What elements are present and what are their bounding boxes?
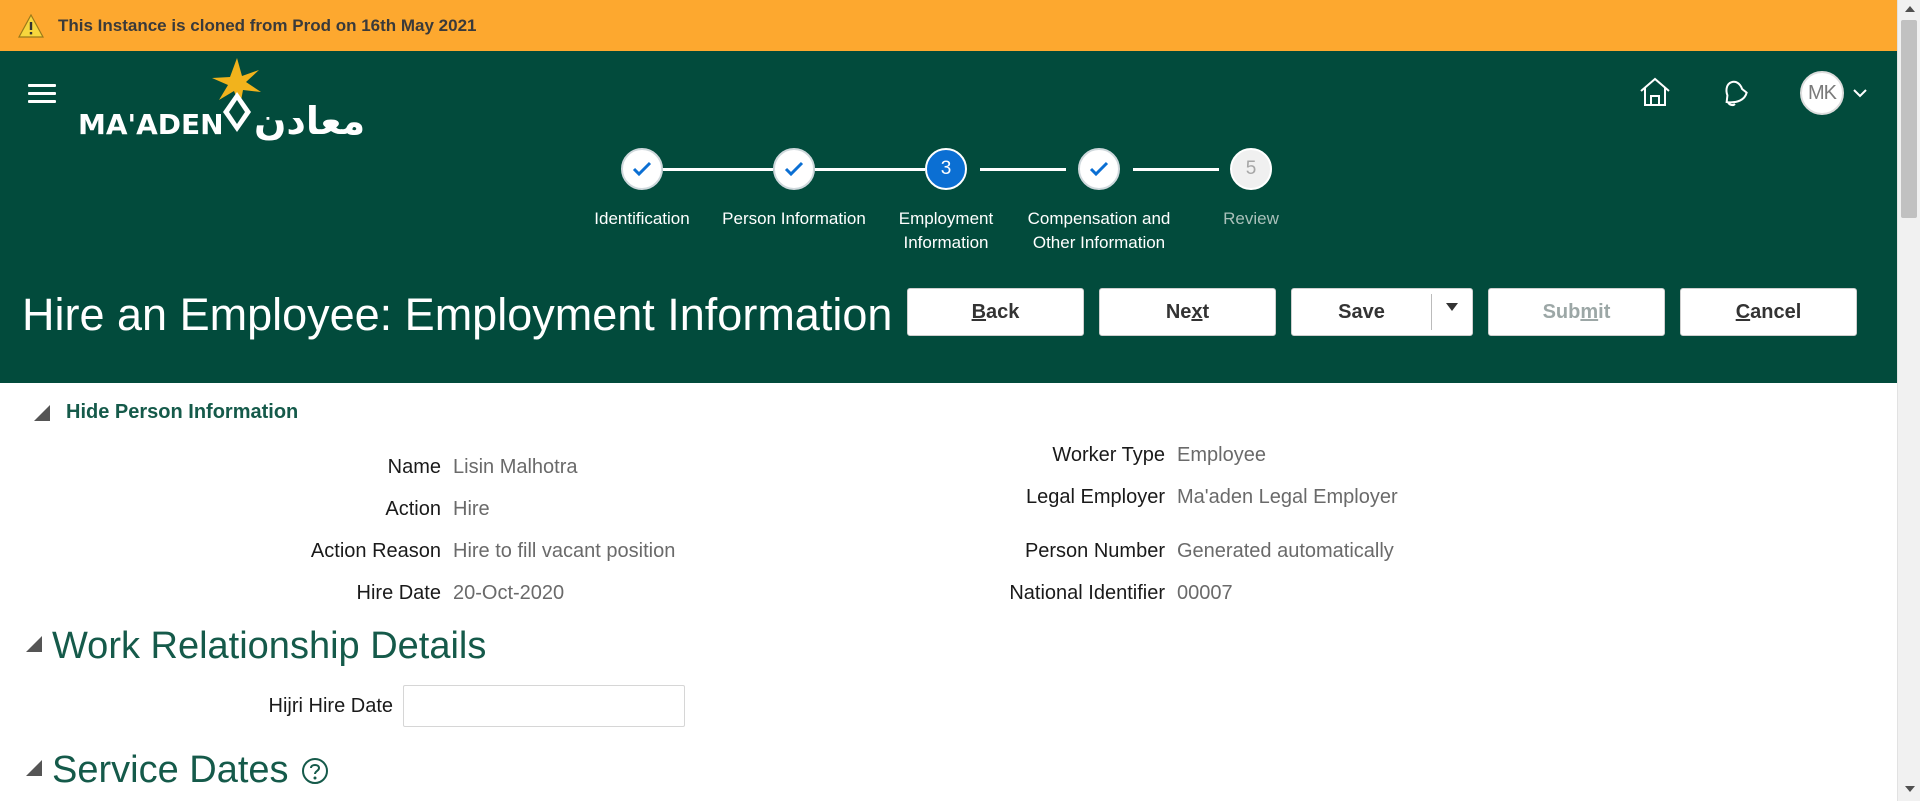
action-reason-value: Hire to fill vacant position	[453, 540, 676, 562]
notifications-icon[interactable]	[1714, 73, 1752, 111]
name-value: Lisin Malhotra	[453, 456, 578, 478]
national-identifier-value: 00007	[1177, 582, 1233, 604]
train-connector	[663, 168, 773, 171]
train-stop-employment-information[interactable]: 3	[925, 148, 967, 190]
worker-type-value: Employee	[1177, 444, 1266, 466]
svg-text:معادن: معادن	[254, 99, 365, 143]
train-label-identification[interactable]: Identification	[557, 207, 727, 231]
national-identifier-label: National Identifier	[1009, 582, 1165, 604]
hire-date-label: Hire Date	[356, 582, 441, 604]
action-label: Action	[385, 498, 441, 520]
page-title: Hire an Employee: Employment Information	[22, 289, 893, 340]
service-dates-section-header[interactable]: Service Dates	[26, 749, 329, 792]
check-icon	[784, 161, 804, 177]
back-button[interactable]: Back	[907, 288, 1084, 336]
submit-button[interactable]: Sub m it	[1488, 288, 1665, 336]
main-content: Hide Person Information Name Lisin Malho…	[0, 383, 1897, 801]
action-reason-label: Action Reason	[310, 540, 441, 562]
chevron-down-icon[interactable]	[1852, 87, 1868, 99]
person-number-label: Person Number	[1024, 540, 1165, 562]
train-connector	[815, 168, 925, 171]
collapse-triangle-icon	[26, 759, 42, 776]
hijri-hire-date-label: Hijri Hire Date	[268, 695, 393, 717]
save-button-label[interactable]: Save	[1292, 301, 1431, 324]
caret-down-icon	[1446, 303, 1458, 311]
train-connector	[1133, 168, 1219, 171]
check-icon	[1089, 161, 1109, 177]
legal-employer-label: Legal Employer	[1026, 486, 1165, 508]
home-icon[interactable]	[1636, 73, 1674, 111]
train-stop-identification[interactable]	[621, 148, 663, 190]
next-button[interactable]: Ne x t	[1099, 288, 1276, 336]
train-label-person-information[interactable]: Person Information	[709, 207, 879, 231]
cancel-button[interactable]: Cancel	[1680, 288, 1857, 336]
train-label-employment-information[interactable]: Employment Information	[861, 207, 1031, 255]
scroll-down-icon[interactable]	[1905, 786, 1915, 792]
hire-date-value: 20-Oct-2020	[453, 582, 565, 604]
maaden-logo: MA'ADEN معادن	[78, 58, 365, 143]
save-button[interactable]: Save	[1291, 288, 1473, 336]
collapse-triangle-icon	[26, 635, 42, 652]
banner-text: This Instance is cloned from Prod on 16t…	[58, 15, 477, 35]
warning-icon	[18, 13, 44, 38]
collapse-triangle-icon	[34, 404, 50, 421]
train-label-review[interactable]: Review	[1166, 207, 1336, 231]
scroll-up-icon[interactable]	[1905, 6, 1915, 12]
save-menu-dropdown[interactable]	[1432, 294, 1472, 330]
page-header: MA'ADEN معادن MK Identification Person I…	[0, 51, 1897, 383]
check-icon	[632, 161, 652, 177]
svg-text:MA'ADEN: MA'ADEN	[78, 108, 224, 141]
worker-type-label: Worker Type	[1052, 444, 1165, 466]
train-stop-compensation[interactable]	[1078, 148, 1120, 190]
hide-person-info-toggle[interactable]: Hide Person Information	[34, 401, 298, 424]
legal-employer-value: Ma'aden Legal Employer	[1177, 486, 1398, 508]
user-avatar[interactable]: MK	[1800, 71, 1844, 115]
name-label: Name	[387, 456, 441, 478]
menu-icon[interactable]	[28, 84, 56, 104]
train-connector	[980, 168, 1066, 171]
train-stop-review[interactable]: 5	[1230, 148, 1272, 190]
work-relationship-section-header[interactable]: Work Relationship Details	[26, 625, 486, 668]
vertical-scrollbar[interactable]	[1897, 0, 1920, 801]
train-label-compensation[interactable]: Compensation and Other Information	[1014, 207, 1184, 255]
train-stop-person-information[interactable]	[773, 148, 815, 190]
instance-banner: This Instance is cloned from Prod on 16t…	[0, 0, 1897, 51]
action-value: Hire	[453, 498, 490, 520]
help-icon[interactable]	[301, 757, 329, 785]
hijri-hire-date-input[interactable]	[403, 685, 685, 727]
scrollbar-thumb[interactable]	[1901, 20, 1917, 218]
person-number-value: Generated automatically	[1177, 540, 1394, 562]
